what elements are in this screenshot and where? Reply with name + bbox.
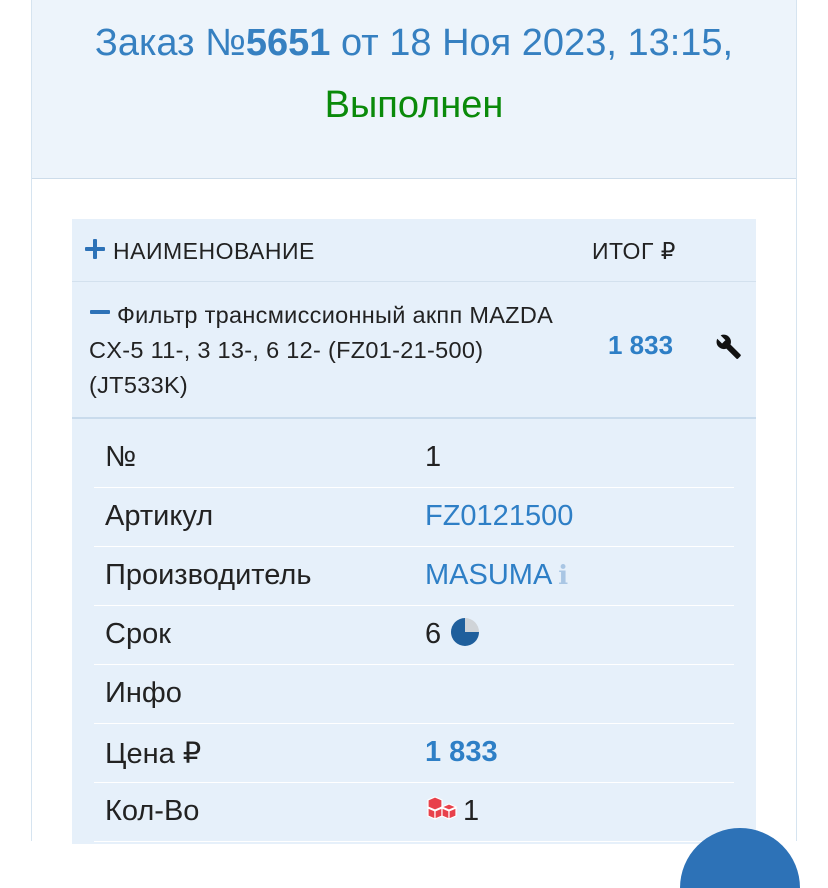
wrench-icon[interactable] — [714, 332, 742, 360]
detail-row-quantity: Кол-Во 1 — [94, 783, 734, 842]
order-title: Заказ №5651 от 18 Ноя 2023, 13:15, — [32, 22, 796, 65]
detail-row-manufacturer: Производитель MASUMA i — [94, 547, 734, 606]
detail-row-term: Срок 6 — [94, 606, 734, 665]
item-total: 1 833 — [608, 330, 674, 360]
manufacturer-link[interactable]: MASUMA — [425, 559, 552, 591]
order-items-table: НАИМЕНОВАНИЕ ИТОГ ₽ Фильтр трансмиссионн… — [72, 219, 756, 844]
detail-row-article: Артикул FZ0121500 — [94, 488, 734, 547]
detail-row-number: № 1 — [94, 429, 734, 488]
quantity-count: 1 — [463, 795, 480, 827]
detail-label: Срок — [105, 618, 171, 650]
detail-label: Инфо — [105, 677, 182, 709]
plus-icon[interactable] — [85, 239, 105, 259]
order-status: Выполнен — [324, 84, 504, 126]
detail-label: Производитель — [105, 559, 312, 591]
term-value: 6 — [425, 618, 480, 651]
price-value: 1 833 — [425, 736, 498, 768]
table-header: НАИМЕНОВАНИЕ ИТОГ ₽ — [72, 219, 756, 282]
order-number: 5651 — [245, 22, 331, 64]
info-icon[interactable]: i — [558, 561, 568, 591]
column-name-header: НАИМЕНОВАНИЕ — [113, 238, 315, 264]
detail-row-price: Цена ₽ 1 833 — [94, 724, 734, 783]
order-date: от 18 Ноя 2023, 13:15, — [330, 22, 734, 64]
detail-row-info: Инфо — [94, 665, 734, 724]
pie-icon[interactable] — [451, 618, 480, 646]
order-header: Заказ №5651 от 18 Ноя 2023, 13:15, Выпол… — [32, 0, 796, 179]
detail-label: Цена ₽ — [105, 738, 202, 770]
manufacturer-value: MASUMA i — [425, 559, 568, 592]
item-name: Фильтр трансмиссионный акпп MAZDA CX-5 1… — [89, 302, 552, 398]
detail-value: 1 — [425, 441, 442, 473]
boxes-icon — [427, 796, 458, 820]
quantity-value: 1 — [425, 795, 479, 828]
article-link[interactable]: FZ0121500 — [425, 500, 573, 533]
column-total-header: ИТОГ ₽ — [592, 238, 676, 264]
detail-label: № — [105, 441, 137, 473]
detail-label: Артикул — [105, 500, 214, 532]
item-details: № 1 Артикул FZ0121500 Производитель MASU… — [72, 419, 756, 844]
order-prefix: Заказ № — [94, 22, 246, 64]
item-row[interactable]: Фильтр трансмиссионный акпп MAZDA CX-5 1… — [72, 282, 756, 419]
detail-label: Кол-Во — [105, 795, 200, 827]
term-days: 6 — [425, 618, 442, 650]
